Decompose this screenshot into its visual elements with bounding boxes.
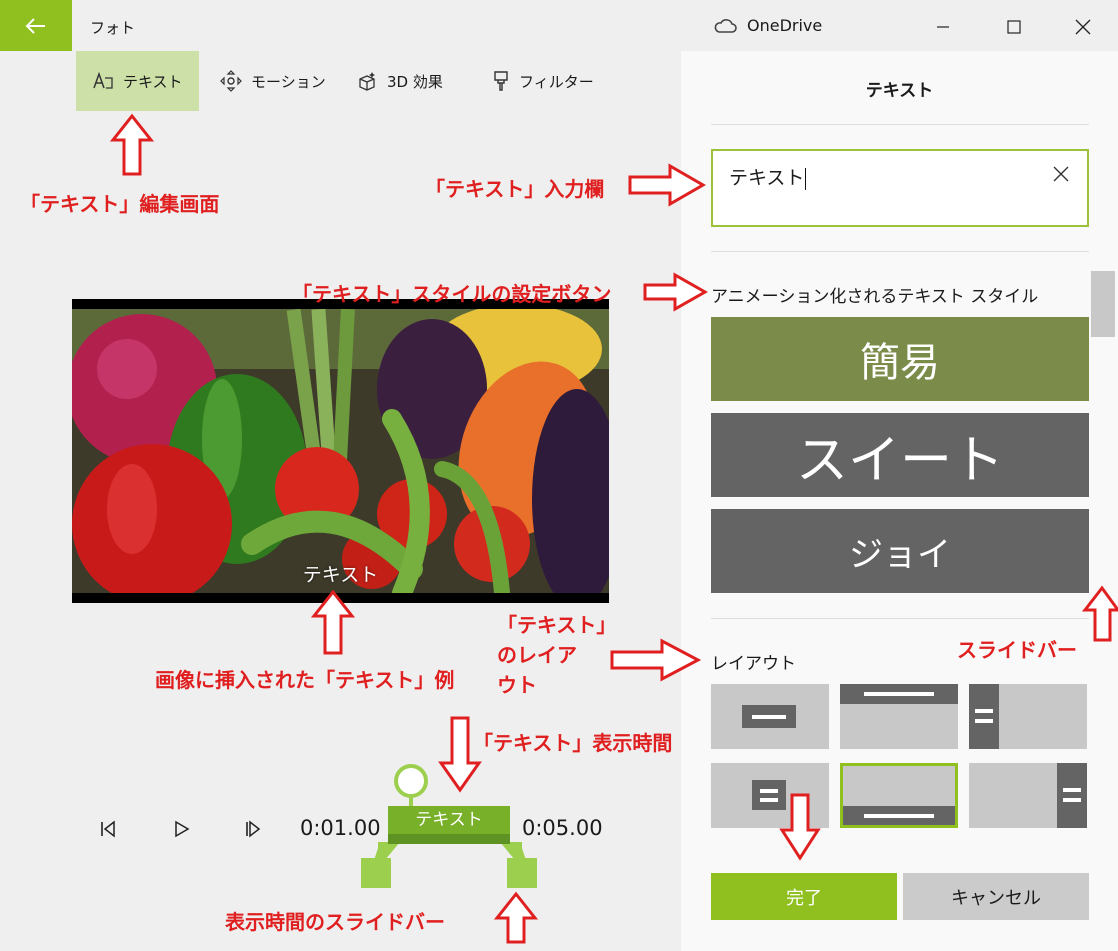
divider — [711, 251, 1089, 252]
layout-right-option[interactable] — [969, 763, 1087, 828]
text-caret — [805, 167, 807, 190]
minimize-button[interactable] — [920, 8, 966, 46]
layout-top-option[interactable] — [840, 684, 958, 749]
style-simple-button[interactable]: 簡易 — [711, 317, 1089, 401]
layout-center-small-option[interactable] — [711, 763, 829, 828]
panel-title: テキスト — [865, 81, 934, 101]
style-joy-button[interactable]: ジョイ — [711, 509, 1089, 593]
close-icon — [1075, 19, 1091, 35]
style-joy-label: ジョイ — [849, 534, 951, 575]
done-button[interactable]: 完了 — [711, 873, 897, 920]
overlay-text: テキスト — [302, 564, 379, 586]
filter-icon — [494, 71, 508, 91]
cancel-button[interactable]: キャンセル — [903, 873, 1089, 920]
next-frame-button[interactable] — [243, 819, 263, 843]
style-suite-button[interactable]: スイート — [711, 413, 1089, 497]
cloud-icon — [714, 18, 737, 33]
annotation-style-buttons: 「テキスト」スタイルの設定ボタン — [292, 282, 612, 306]
maximize-icon — [1007, 20, 1021, 34]
back-button[interactable] — [0, 0, 72, 51]
timeline-clip-base — [388, 834, 510, 844]
onedrive-button[interactable]: OneDrive — [713, 16, 822, 35]
play-button[interactable] — [172, 819, 192, 843]
tab-text[interactable]: テキスト — [76, 51, 199, 111]
close-window-button[interactable] — [1060, 8, 1106, 46]
timeline-end-handle[interactable] — [507, 858, 537, 888]
clear-text-button[interactable] — [1053, 163, 1069, 188]
play-icon — [175, 820, 190, 838]
timeline-start-handle[interactable] — [361, 858, 391, 888]
3d-effects-icon — [359, 72, 375, 91]
annotation-layout: 「テキスト」 のレイア ウト — [497, 610, 616, 700]
step-forward-icon — [246, 820, 261, 838]
styles-heading: アニメーション化されるテキスト スタイル — [711, 287, 1039, 307]
annotation-layout-line1: 「テキスト」 — [497, 613, 617, 637]
annotation-layout-line3: ウト — [497, 673, 537, 697]
text-input-value: テキスト — [729, 167, 805, 189]
previous-frame-button[interactable] — [98, 819, 118, 843]
divider — [711, 124, 1089, 125]
annotation-text-input: 「テキスト」入力欄 — [425, 177, 605, 201]
scrollbar-thumb[interactable] — [1091, 271, 1115, 337]
style-suite-label: スイート — [795, 430, 1004, 491]
tab-motion-label: モーション — [251, 72, 326, 91]
tab-motion[interactable]: モーション — [204, 51, 342, 111]
arrow-up-end-handle — [493, 891, 539, 944]
annotation-inserted-text: 画像に挿入された「テキスト」例 — [155, 668, 455, 692]
annotation-text-edit-screen: 「テキスト」編集画面 — [20, 192, 220, 216]
clear-icon — [1053, 166, 1069, 182]
cancel-label: キャンセル — [951, 887, 1041, 909]
tab-text-label: テキスト — [123, 72, 183, 91]
layout-heading: レイアウト — [711, 654, 796, 674]
step-back-icon — [101, 820, 115, 838]
vegetables-photo — [72, 309, 609, 593]
style-simple-label: 簡易 — [860, 340, 940, 386]
playhead-handle[interactable] — [394, 764, 428, 798]
annotation-display-time: 「テキスト」表示時間 — [473, 731, 673, 755]
annotation-layout-line2: のレイア — [497, 643, 577, 667]
tab-3d-effects-label: 3D 効果 — [387, 72, 443, 91]
layout-left-option[interactable] — [969, 684, 1087, 749]
app-title: フォト — [90, 19, 136, 37]
motion-icon — [220, 70, 242, 92]
layout-bottom-option[interactable] — [840, 763, 958, 828]
text-input-field[interactable]: テキスト — [711, 149, 1089, 227]
video-preview: テキスト — [72, 299, 609, 603]
tab-3d-effects[interactable]: 3D 効果 — [340, 51, 459, 111]
layout-center-option[interactable] — [711, 684, 829, 749]
done-label: 完了 — [786, 887, 822, 909]
timeline-text-label: テキスト — [415, 810, 483, 830]
arrow-up-text-tab — [109, 113, 155, 176]
tab-filters[interactable]: フィルター — [476, 51, 610, 111]
divider — [711, 618, 1089, 619]
back-arrow-icon — [25, 17, 45, 34]
annotation-display-time-slider: 表示時間のスライドバー — [225, 910, 445, 934]
annotation-scroll-bar: スライドバー — [957, 638, 1077, 662]
minimize-icon — [937, 26, 949, 28]
tab-filters-label: フィルター — [519, 72, 594, 91]
text-icon — [93, 72, 113, 89]
maximize-button[interactable] — [991, 8, 1037, 46]
onedrive-label: OneDrive — [747, 16, 823, 35]
